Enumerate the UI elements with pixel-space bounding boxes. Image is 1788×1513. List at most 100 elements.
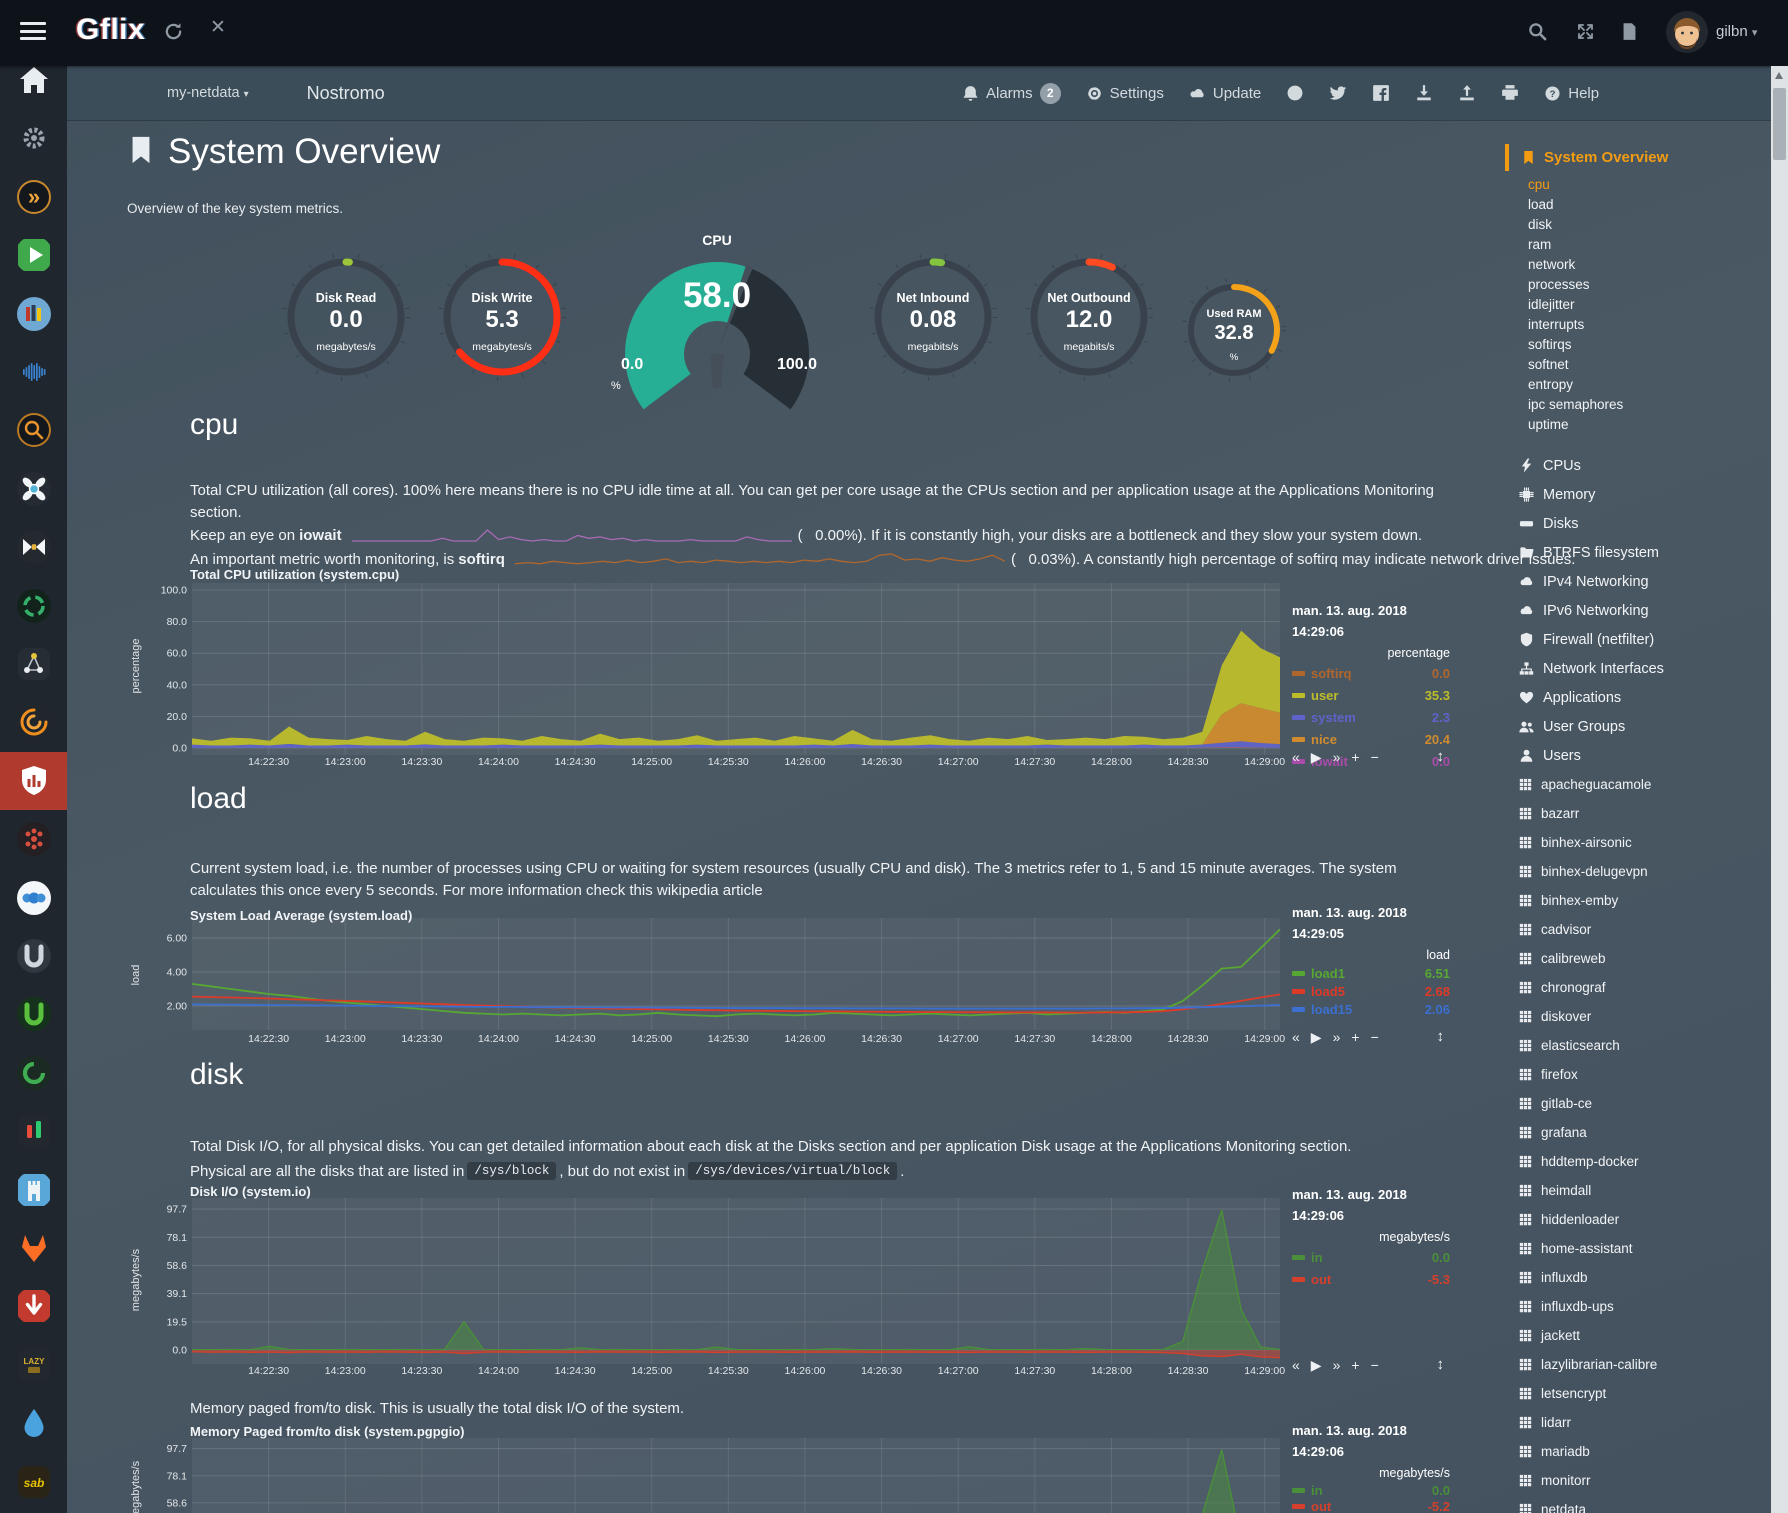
gauge-disk-read[interactable]: Disk Read0.0megabytes/s [280,251,412,383]
download-icon[interactable] [1415,84,1433,102]
nav-app-gitlab-ce[interactable]: gitlab-ce [1519,1089,1771,1118]
play-icon[interactable]: ▶ [1311,1030,1322,1044]
nav-app-netdata[interactable]: netdata [1519,1495,1771,1513]
legend-row-load5[interactable]: load52.68 [1292,982,1450,1000]
app-sab-icon[interactable]: sab [0,1453,67,1511]
nav-app-home-assistant[interactable]: home-assistant [1519,1234,1771,1263]
app-nodes-icon[interactable] [0,635,67,693]
close-icon[interactable]: ✕ [210,16,226,39]
nav-section-cpus[interactable]: CPUs [1519,451,1771,480]
app-bars-icon[interactable] [0,1102,67,1160]
upload-icon[interactable] [1458,84,1476,102]
zoom-out-icon[interactable]: − [1371,750,1379,764]
app-bowtie-icon[interactable] [0,518,67,576]
nav-app-cadvisor[interactable]: cadvisor [1519,915,1771,944]
zoom-out-icon[interactable]: − [1371,1358,1379,1372]
nav-item-load[interactable]: load [1528,195,1771,215]
nav-section-firewall-netfilter-[interactable]: Firewall (netfilter) [1519,625,1771,654]
help-button[interactable]: ?Help [1544,85,1599,102]
twitter-icon[interactable] [1329,84,1347,102]
app-play-icon[interactable] [0,226,67,284]
nav-app-influxdb[interactable]: influxdb [1519,1263,1771,1292]
nav-item-softirqs[interactable]: softirqs [1528,335,1771,355]
legend-row-softirq[interactable]: softirq0.0 [1292,662,1450,684]
play-icon[interactable]: ▶ [1311,750,1322,764]
nav-app-elasticsearch[interactable]: elasticsearch [1519,1031,1771,1060]
nav-item-entropy[interactable]: entropy [1528,375,1771,395]
nav-section-applications[interactable]: Applications [1519,683,1771,712]
nav-section-users[interactable]: Users [1519,741,1771,770]
pan-forward-icon[interactable]: » [1333,1030,1341,1044]
nav-item-ram[interactable]: ram [1528,235,1771,255]
legend-row-user[interactable]: user35.3 [1292,684,1450,706]
gauge-net-outbound[interactable]: Net Outbound12.0megabits/s [1023,251,1155,383]
nav-section-network-interfaces[interactable]: Network Interfaces [1519,654,1771,683]
user-menu[interactable]: gilbn ▾ [1716,23,1757,40]
app-arrow-down-icon[interactable] [0,1277,67,1335]
nav-item-softnet[interactable]: softnet [1528,355,1771,375]
nav-section-memory[interactable]: Memory [1519,480,1771,509]
gauge-cpu[interactable]: CPU58.00.0100.0% [607,232,827,422]
gauge-disk-write[interactable]: Disk Write5.3megabytes/s [436,251,568,383]
zoom-in-icon[interactable]: + [1351,750,1359,764]
facebook-icon[interactable] [1372,84,1390,102]
legend-row-nice[interactable]: nice20.4 [1292,728,1450,750]
print-icon[interactable] [1501,84,1519,102]
chart-canvas-disk[interactable]: 0.019.539.158.678.197.714:22:3014:23:001… [148,1198,1288,1394]
nav-app-binhex-emby[interactable]: binhex-emby [1519,886,1771,915]
play-icon[interactable]: ▶ [1311,1358,1322,1372]
nav-app-calibreweb[interactable]: calibreweb [1519,944,1771,973]
legend-row-in[interactable]: in0.0 [1292,1246,1450,1268]
resize-icon[interactable]: ↕ [1437,749,1445,764]
app-horseshoe-green-icon[interactable] [0,985,67,1043]
nav-app-heimdall[interactable]: heimdall [1519,1176,1771,1205]
nav-app-letsencrypt[interactable]: letsencrypt [1519,1379,1771,1408]
hamburger-icon[interactable] [20,22,46,42]
alarms-button[interactable]: Alarms2 [962,83,1061,104]
nav-app-bazarr[interactable]: bazarr [1519,799,1771,828]
app-chevrons-icon[interactable]: » [0,168,67,226]
chart-canvas-load[interactable]: 2.004.006.0014:22:3014:23:0014:23:3014:2… [148,918,1288,1058]
pan-backward-icon[interactable]: « [1292,750,1300,764]
app-propeller-icon[interactable] [0,460,67,518]
nav-section-ipv4-networking[interactable]: IPv4 Networking [1519,567,1771,596]
app-lazylibrarian-icon[interactable]: LAZY [0,1336,67,1394]
nav-app-binhex-delugevpn[interactable]: binhex-delugevpn [1519,857,1771,886]
nav-item-processes[interactable]: processes [1528,275,1771,295]
nav-app-mariadb[interactable]: mariadb [1519,1437,1771,1466]
app-drop-icon[interactable] [0,1394,67,1452]
nav-item-interrupts[interactable]: interrupts [1528,315,1771,335]
settings-gear-icon[interactable] [0,109,67,167]
app-shield-icon[interactable] [0,752,67,810]
zoom-in-icon[interactable]: + [1351,1358,1359,1372]
nav-item-uptime[interactable]: uptime [1528,415,1771,435]
pan-backward-icon[interactable]: « [1292,1030,1300,1044]
legend-row-load15[interactable]: load152.06 [1292,1000,1450,1018]
nav-app-firefox[interactable]: firefox [1519,1060,1771,1089]
app-ring-icon[interactable] [0,1044,67,1102]
pan-backward-icon[interactable]: « [1292,1358,1300,1372]
nav-app-grafana[interactable]: grafana [1519,1118,1771,1147]
server-dropdown[interactable]: my-netdata ▾ [167,85,249,101]
nav-item-network[interactable]: network [1528,255,1771,275]
zoom-out-icon[interactable]: − [1371,1030,1379,1044]
nav-section-user-groups[interactable]: User Groups [1519,712,1771,741]
app-circles-icon[interactable] [0,869,67,927]
gauge-net-inbound[interactable]: Net Inbound0.08megabits/s [867,251,999,383]
resize-icon[interactable]: ↕ [1437,1029,1445,1044]
nav-app-chronograf[interactable]: chronograf [1519,973,1771,1002]
chart-canvas-cpu[interactable]: 0.020.040.060.080.0100.014:22:3014:23:00… [148,583,1288,779]
nav-app-binhex-airsonic[interactable]: binhex-airsonic [1519,828,1771,857]
legend-row-load1[interactable]: load16.51 [1292,964,1450,982]
nav-app-influxdb-ups[interactable]: influxdb-ups [1519,1292,1771,1321]
legend-row-in[interactable]: in0.0 [1292,1482,1450,1498]
nav-section-system-overview[interactable]: System Overview [1505,144,1771,171]
nav-section-btrfs-filesystem[interactable]: BTRFS filesystem [1519,538,1771,567]
nav-app-hddtemp-docker[interactable]: hddtemp-docker [1519,1147,1771,1176]
nav-item-cpu[interactable]: cpu [1528,175,1771,195]
page-scrollbar[interactable] [1771,66,1788,1513]
nav-app-monitorr[interactable]: monitorr [1519,1466,1771,1495]
refresh-icon[interactable] [164,22,183,41]
pan-forward-icon[interactable]: » [1333,750,1341,764]
zoom-in-icon[interactable]: + [1351,1030,1359,1044]
